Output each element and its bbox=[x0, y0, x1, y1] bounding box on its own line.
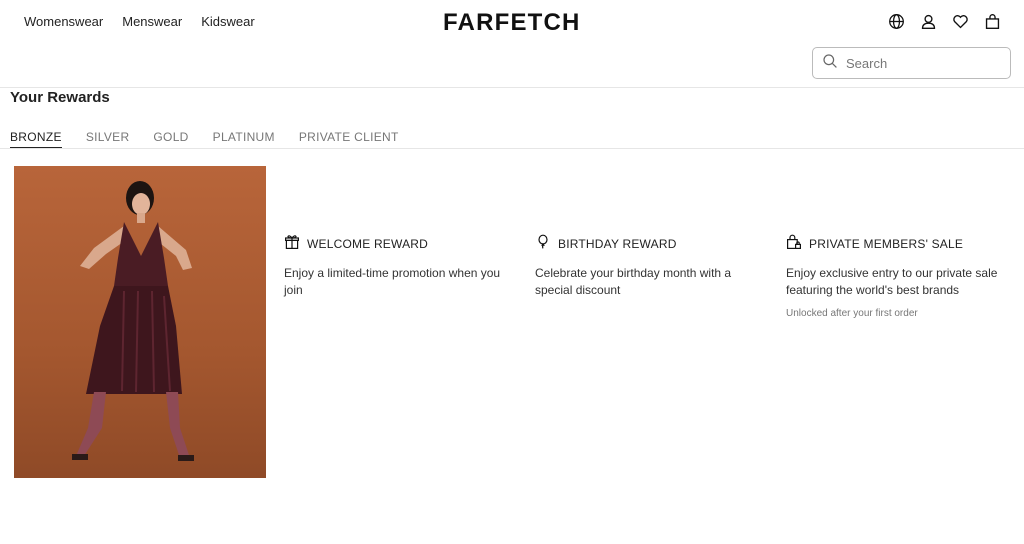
reward-title: PRIVATE MEMBERS' SALE bbox=[809, 237, 964, 251]
reward-description: Enjoy a limited-time promotion when you … bbox=[284, 266, 501, 297]
tier-tabs: BRONZE SILVER GOLD PLATINUM PRIVATE CLIE… bbox=[10, 130, 399, 148]
gift-icon bbox=[284, 234, 300, 255]
model-figure bbox=[72, 181, 194, 461]
bag-icon[interactable] bbox=[982, 11, 1002, 31]
nav-menswear[interactable]: Menswear bbox=[122, 14, 182, 30]
reward-welcome: WELCOME REWARD Enjoy a limited-time prom… bbox=[284, 234, 514, 298]
search-box[interactable] bbox=[812, 47, 1011, 79]
reward-birthday: BIRTHDAY REWARD Celebrate your birthday … bbox=[535, 234, 765, 298]
heart-icon[interactable] bbox=[950, 11, 970, 31]
account-icon[interactable] bbox=[918, 11, 938, 31]
reward-header: BIRTHDAY REWARD bbox=[535, 234, 765, 255]
search-input[interactable] bbox=[846, 55, 996, 71]
reward-description: Celebrate your birthday month with a spe… bbox=[535, 266, 732, 297]
reward-title: BIRTHDAY REWARD bbox=[558, 237, 677, 251]
tab-platinum[interactable]: PLATINUM bbox=[213, 130, 275, 148]
tabs-divider bbox=[0, 148, 1024, 149]
page-title: Your Rewards bbox=[10, 89, 110, 106]
reward-title: WELCOME REWARD bbox=[307, 237, 429, 251]
shopping-bag-lock-icon bbox=[786, 234, 802, 255]
reward-header: PRIVATE MEMBERS' SALE bbox=[786, 234, 1016, 255]
tab-bronze[interactable]: BRONZE bbox=[10, 130, 62, 148]
brand-logo[interactable]: FARFETCH bbox=[443, 9, 581, 37]
reward-private-sale: PRIVATE MEMBERS' SALE Enjoy exclusive en… bbox=[786, 234, 1016, 319]
globe-icon[interactable] bbox=[886, 11, 906, 31]
hero-image bbox=[14, 166, 266, 478]
tab-private-client[interactable]: PRIVATE CLIENT bbox=[299, 130, 399, 148]
search-icon bbox=[822, 53, 838, 74]
reward-unlock-note: Unlocked after your first order bbox=[786, 308, 918, 319]
main-nav: Womenswear Menswear Kidswear bbox=[24, 14, 255, 30]
nav-womenswear[interactable]: Womenswear bbox=[24, 14, 103, 30]
tab-gold[interactable]: GOLD bbox=[153, 130, 188, 148]
balloon-icon bbox=[535, 234, 551, 255]
reward-header: WELCOME REWARD bbox=[284, 234, 514, 255]
header-icons bbox=[886, 11, 1002, 31]
site-header: Womenswear Menswear Kidswear FARFETCH bbox=[0, 0, 1024, 88]
tab-silver[interactable]: SILVER bbox=[86, 130, 130, 148]
nav-kidswear[interactable]: Kidswear bbox=[201, 14, 254, 30]
reward-description: Enjoy exclusive entry to our private sal… bbox=[786, 266, 998, 297]
